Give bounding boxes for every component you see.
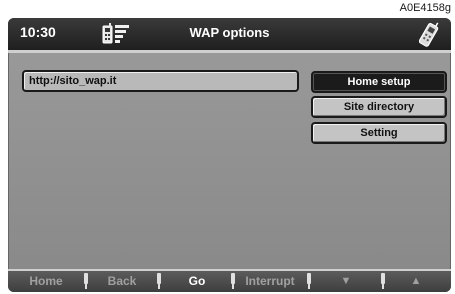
softkey-separator-icon <box>231 273 235 289</box>
url-field[interactable]: http://sito_wap.it <box>22 70 299 92</box>
softkey-back[interactable]: Back <box>91 271 153 292</box>
softkey-scroll-up[interactable]: ▲ <box>388 271 444 292</box>
setting-button[interactable]: Setting <box>311 122 447 144</box>
display-screen: 10:30 WAP options http://sito_wap.it Hom… <box>8 18 451 292</box>
softkey-go[interactable]: Go <box>166 271 228 292</box>
softkey-separator-icon <box>307 273 311 289</box>
softkey-home[interactable]: Home <box>16 271 76 292</box>
title-bar: 10:30 WAP options <box>8 18 451 53</box>
handset-icon <box>418 20 439 53</box>
softkey-separator-icon <box>84 273 88 289</box>
softkey-interrupt[interactable]: Interrupt <box>238 271 302 292</box>
softkey-bar: Home Back Go Interrupt ▼ ▲ <box>8 269 451 292</box>
home-setup-button[interactable]: Home setup <box>311 71 447 93</box>
softkey-separator-icon <box>381 273 385 289</box>
screen-title: WAP options <box>189 25 270 40</box>
softkey-separator-icon <box>157 273 161 289</box>
figure-code: A0E4158g <box>399 2 451 14</box>
softkey-scroll-down[interactable]: ▼ <box>314 271 378 292</box>
site-directory-button[interactable]: Site directory <box>311 96 447 118</box>
